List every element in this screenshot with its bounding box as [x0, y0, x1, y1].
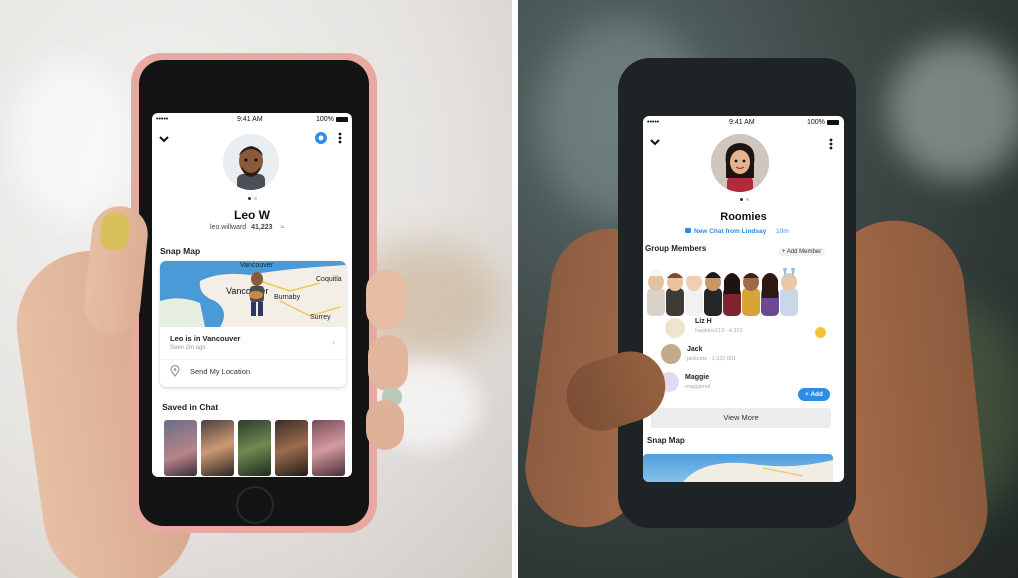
map-preview[interactable]: Vancouver Vancouver Coquitla Burnaby Sur… [160, 261, 346, 327]
thumbnail-polish [99, 210, 131, 252]
page-dot [248, 197, 251, 200]
member-row[interactable]: Liz H hawkins213 · 4,322 [643, 316, 826, 346]
member-name: Liz H [695, 318, 712, 325]
more-dots-icon[interactable] [338, 132, 342, 144]
map-label: Vancouver [240, 262, 273, 269]
saved-in-chat-title: Saved in Chat [162, 402, 219, 412]
divider [160, 359, 346, 360]
snap-map-title: Snap Map [160, 246, 201, 256]
chevron-down-icon[interactable] [650, 138, 660, 146]
snap-map-title: Snap Map [647, 436, 685, 445]
new-chat-time: 10m [776, 228, 789, 235]
snap-map-preview[interactable] [643, 454, 833, 482]
member-avatar [665, 318, 685, 338]
spectacles-icon[interactable] [314, 131, 328, 145]
profile-username: leo.willward [210, 224, 247, 231]
snap-score: 41,223 [251, 224, 273, 231]
saved-media-strip [164, 420, 348, 476]
member-sub: hawkins213 · 4,322 [695, 328, 743, 334]
page-dot [254, 197, 257, 200]
page-dot [740, 198, 743, 201]
status-bar: ••••• 9:41 AM 100% [152, 113, 352, 127]
new-chat-line[interactable]: New Chat from Lindsay 10m [685, 228, 789, 235]
battery-text: 100% [316, 116, 334, 123]
battery-icon [827, 120, 839, 125]
saved-photo[interactable] [312, 420, 345, 476]
member-sub: maggienel [685, 384, 711, 390]
member-row[interactable]: Jack jackcats · 1,032,001 [643, 344, 817, 374]
zodiac-icon: ≈ [280, 224, 285, 231]
location-title: Leo is in Vancouver [170, 334, 241, 343]
saved-photo[interactable] [164, 420, 197, 476]
member-sub: jackcats · 1,032,001 [687, 356, 737, 362]
snap-map-card[interactable]: Vancouver Vancouver Coquitla Burnaby Sur… [160, 261, 346, 387]
battery-icon [336, 117, 348, 122]
saved-photo[interactable] [238, 420, 271, 476]
location-subtitle: Seen 2m ago [170, 345, 206, 351]
background-blur [888, 40, 1018, 180]
member-name: Jack [687, 346, 703, 353]
member-name: Maggie [685, 374, 710, 381]
profile-subline: leo.willward 41,223 ≈ [210, 224, 284, 231]
finger [368, 335, 408, 391]
saved-photo[interactable] [275, 420, 308, 476]
member-avatar [661, 344, 681, 364]
group-bitmoji-lineup[interactable] [645, 264, 821, 316]
bitmoji-avatar[interactable] [223, 134, 279, 190]
new-chat-text: New Chat from Lindsay [694, 228, 767, 235]
page-dot [746, 198, 749, 201]
home-button [236, 486, 274, 524]
battery-text: 100% [807, 119, 825, 126]
lineup-figures [647, 268, 798, 316]
finger [366, 400, 404, 450]
left-phone-screen: ••••• 9:41 AM 100% Leo W leo.willward 41… [152, 113, 352, 477]
map-label: Coquitla [316, 276, 342, 283]
add-member-label: Add Member [786, 249, 822, 255]
profile-name: Leo W [234, 208, 270, 222]
signal-indicator: ••••• [647, 119, 660, 126]
status-time: 9:41 AM [237, 116, 263, 123]
status-time: 9:41 AM [729, 119, 755, 126]
location-pin-icon [170, 365, 180, 377]
finger [366, 270, 406, 330]
status-bar: ••••• 9:41 AM 100% [643, 116, 844, 130]
map-label: Burnaby [274, 294, 301, 301]
more-dots-icon[interactable] [829, 138, 833, 150]
send-location-button[interactable]: Send My Location [190, 367, 250, 376]
group-members-title: Group Members [645, 244, 707, 253]
heart-eyes-emoji [815, 327, 826, 338]
add-member-button[interactable]: + Add Member [778, 248, 826, 256]
right-phone-screen: ••••• 9:41 AM 100% Roomies New Chat from… [643, 116, 844, 482]
group-bitmoji-avatar[interactable] [711, 134, 769, 192]
right-photo-panel: ••••• 9:41 AM 100% Roomies New Chat from… [518, 0, 1018, 578]
add-button[interactable]: + Add [798, 388, 830, 401]
signal-indicator: ••••• [156, 116, 169, 123]
background-blur [10, 60, 130, 220]
chat-bubble-icon [685, 228, 691, 233]
chevron-down-icon[interactable] [159, 135, 169, 143]
saved-photo[interactable] [201, 420, 234, 476]
chevron-right-icon[interactable]: › [332, 337, 335, 347]
view-more-button[interactable]: View More [651, 408, 831, 428]
left-photo-panel: ••••• 9:41 AM 100% Leo W leo.willward 41… [0, 0, 512, 578]
bitmoji-map-icon[interactable] [246, 271, 268, 324]
map-label: Surrey [310, 314, 331, 321]
member-row[interactable]: Maggie maggienel [643, 372, 817, 402]
group-name: Roomies [720, 211, 767, 223]
